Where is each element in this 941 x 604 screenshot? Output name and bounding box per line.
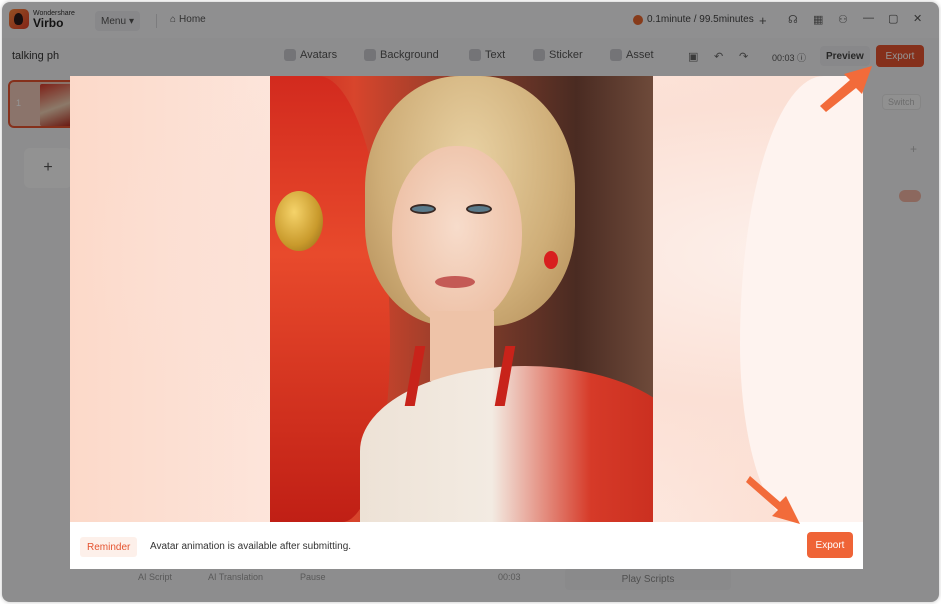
annotation-arrow-icon: [746, 476, 800, 524]
annotation-arrow-icon: [820, 66, 872, 112]
avatar-image: [270, 76, 653, 522]
reminder-tag: Reminder: [80, 537, 138, 557]
modal-footer: Reminder Avatar animation is available a…: [70, 522, 863, 569]
reminder-text: Avatar animation is available after subm…: [150, 541, 352, 552]
export-button[interactable]: Export: [807, 532, 853, 558]
lantern-decoration: [275, 191, 323, 251]
